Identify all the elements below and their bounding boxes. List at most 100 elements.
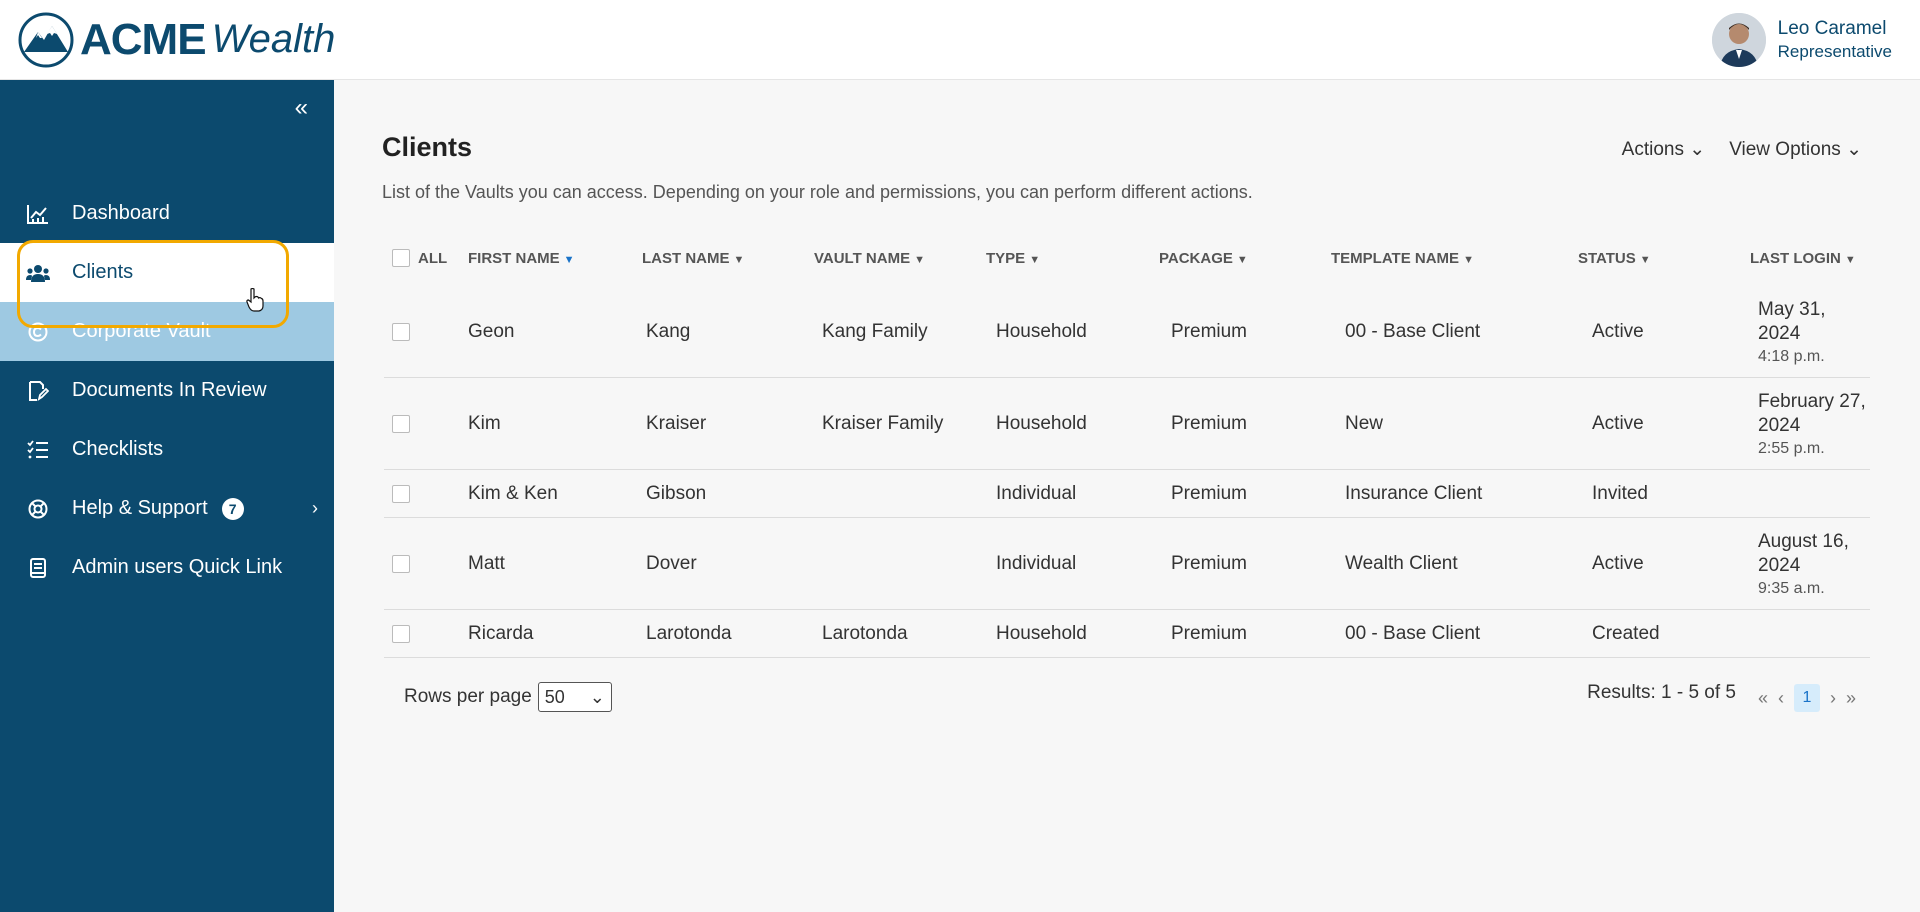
sidebar-item-label: Admin users Quick Link [72, 556, 283, 578]
template-cell: New [1345, 412, 1384, 434]
sidebar-item-clients[interactable]: Clients [0, 243, 334, 302]
last-login-date: August 16, 2024 [1758, 530, 1849, 576]
sidebar-item-label: Documents In Review [72, 379, 267, 401]
sidebar-item-label: Dashboard [72, 202, 170, 224]
table-header: ALL FIRST NAME ▼ LAST NAME ▼ VAULT NAME ▼ T… [384, 230, 1870, 286]
sidebar-item-corporate-vault[interactable]: Corporate Vault [0, 302, 334, 361]
type-cell: Individual [996, 552, 1077, 574]
sidebar-item-dashboard[interactable]: Dashboard [0, 184, 334, 243]
acme-wealth-logo[interactable]: ACME Wealth [18, 12, 335, 68]
last-login-date: February 27, 2024 [1758, 390, 1866, 436]
chevron-down-icon: ⌄ [1846, 139, 1862, 160]
next-page-icon[interactable]: › [1830, 688, 1836, 709]
package-cell: Premium [1171, 622, 1248, 644]
column-vault-name[interactable]: VAULT NAME ▼ [814, 250, 986, 267]
first-name-cell: Ricarda [468, 622, 534, 644]
template-cell: Wealth Client [1345, 552, 1458, 574]
column-package[interactable]: PACKAGE ▼ [1159, 250, 1331, 267]
column-status[interactable]: STATUS ▼ [1578, 250, 1750, 267]
sidebar-item-label: Help & Support [72, 497, 208, 519]
actions-dropdown[interactable]: Actions ⌄ [1622, 138, 1706, 161]
table-row[interactable]: Matt Dover Individual Premium Wealth Cli… [384, 518, 1870, 610]
package-cell: Premium [1171, 482, 1248, 504]
vault-name-cell: Larotonda [822, 622, 908, 644]
first-name-cell: Matt [468, 552, 505, 574]
type-cell: Household [996, 320, 1087, 342]
last-page-icon[interactable]: » [1846, 688, 1856, 709]
page-title: Clients [382, 132, 473, 162]
logo-acme-text: ACME [80, 14, 207, 64]
select-all-label: ALL [418, 249, 448, 267]
page-number-button[interactable]: 1 [1793, 684, 1820, 712]
template-cell: 00 - Base Client [1345, 320, 1481, 342]
row-checkbox[interactable] [392, 624, 410, 643]
logo-wealth-text: Wealth [211, 17, 336, 61]
table-row[interactable]: Ricarda Larotonda Larotonda Household Pr… [384, 610, 1870, 658]
last-name-cell: Gibson [646, 482, 707, 504]
last-login-cell: May 31, 2024 4:18 p.m. [1750, 298, 1870, 366]
sidebar-item-documents-in-review[interactable]: Documents In Review [0, 361, 334, 420]
last-name-cell: Kraiser [646, 412, 707, 434]
sidebar-item-checklists[interactable]: Checklists [0, 420, 334, 479]
sort-caret-icon: ▼ [733, 253, 745, 266]
chart-icon [26, 202, 50, 226]
sidebar-item-admin-users-quick-link[interactable]: Admin users Quick Link [0, 538, 334, 597]
last-login-cell: February 27, 2024 2:55 p.m. [1750, 390, 1870, 458]
page-description: List of the Vaults you can access. Depen… [382, 182, 1253, 202]
book-icon [26, 556, 50, 580]
last-login-time: 4:18 p.m. [1758, 347, 1825, 365]
row-checkbox[interactable] [392, 554, 410, 573]
edit-document-icon [26, 379, 50, 403]
column-template-name[interactable]: TEMPLATE NAME ▼ [1331, 250, 1578, 267]
sidebar-item-label: Checklists [72, 438, 164, 460]
rows-per-page: Rows per page 50 ⌄ [404, 682, 612, 712]
column-type[interactable]: TYPE ▼ [986, 250, 1159, 267]
last-login-cell: August 16, 2024 9:35 a.m. [1750, 530, 1870, 598]
column-last-login[interactable]: LAST LOGIN ▼ [1750, 250, 1870, 267]
user-name: Leo Caramel [1777, 17, 1887, 39]
sort-caret-icon: ▼ [1463, 253, 1474, 266]
table-row[interactable]: Kim Kraiser Kraiser Family Household Pre… [384, 378, 1870, 470]
last-name-cell: Dover [646, 552, 697, 574]
table-footer: Rows per page 50 ⌄ Results: 1 - 5 of 5 «… [384, 678, 1870, 718]
hand-cursor-icon [246, 288, 264, 312]
clients-table: ALL FIRST NAME ▼ LAST NAME ▼ VAULT NAME ▼ T… [384, 230, 1870, 658]
sidebar: « Dashboard Clients Corporate Vault Docu… [0, 80, 334, 912]
sidebar-item-help-support[interactable]: Help & Support 7 › [0, 479, 334, 538]
rows-per-page-select[interactable]: 50 ⌄ [537, 682, 612, 712]
table-row[interactable]: Geon Kang Kang Family Household Premium … [384, 286, 1870, 378]
chevron-down-icon: ⌄ [1689, 139, 1706, 160]
first-name-cell: Kim & Ken [468, 482, 558, 504]
view-options-dropdown[interactable]: View Options ⌄ [1729, 138, 1862, 161]
last-login-date: May 31, 2024 [1758, 298, 1826, 344]
user-role: Representative [1777, 41, 1892, 61]
select-all-checkbox[interactable] [392, 249, 410, 267]
prev-page-icon[interactable]: ‹ [1778, 688, 1784, 709]
last-name-cell: Larotonda [646, 622, 732, 644]
users-icon [26, 261, 50, 285]
first-page-icon[interactable]: « [1758, 688, 1768, 709]
top-bar: ACME Wealth Leo Caramel Representative [0, 0, 1920, 80]
lifebuoy-icon [26, 497, 50, 521]
row-checkbox[interactable] [392, 322, 410, 341]
row-checkbox[interactable] [392, 484, 410, 503]
package-cell: Premium [1171, 412, 1248, 434]
column-last-name[interactable]: LAST NAME ▼ [642, 250, 814, 267]
collapse-sidebar-icon[interactable]: « [295, 94, 308, 122]
row-checkbox[interactable] [392, 414, 410, 433]
mountain-logo-icon [18, 12, 74, 67]
chevron-down-icon: ⌄ [589, 686, 605, 707]
table-row[interactable]: Kim & Ken Gibson Individual Premium Insu… [384, 470, 1870, 518]
copyright-icon [26, 320, 50, 344]
last-login-cell [1750, 493, 1870, 495]
pagination: « ‹ 1 › » [1758, 684, 1856, 712]
rows-per-page-label: Rows per page [404, 686, 532, 707]
checklist-icon [26, 438, 50, 462]
avatar[interactable] [1711, 12, 1766, 67]
sidebar-item-label: Clients [72, 261, 134, 283]
sort-caret-icon: ▼ [914, 253, 925, 266]
package-cell: Premium [1171, 552, 1248, 574]
column-first-name[interactable]: FIRST NAME ▼ [468, 250, 642, 267]
type-cell: Household [996, 412, 1087, 434]
user-profile[interactable]: Leo Caramel Representative [1711, 12, 1892, 67]
